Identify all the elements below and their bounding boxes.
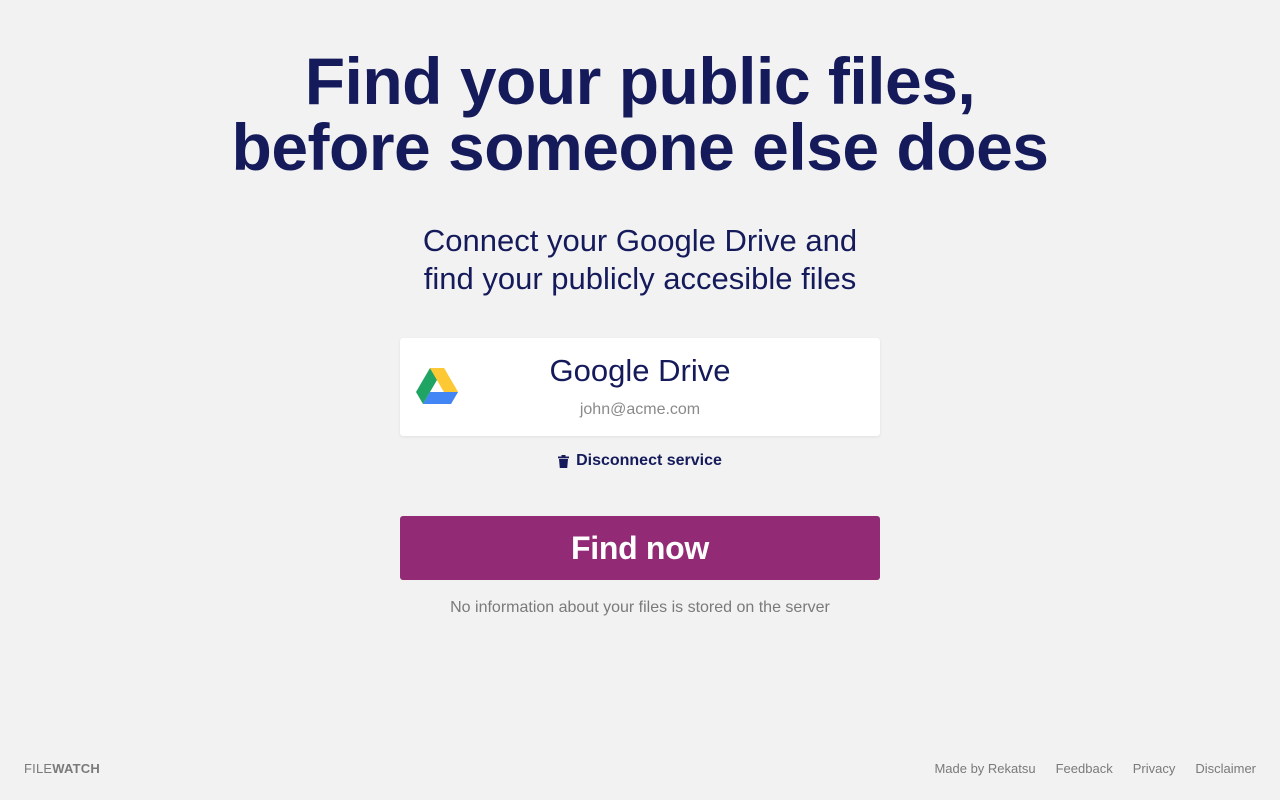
footer-links: Made by Rekatsu Feedback Privacy Disclai… bbox=[934, 760, 1256, 778]
brand-logo[interactable]: FILEWATCH bbox=[24, 760, 100, 778]
subtitle-line-2: find your publicly accesible files bbox=[423, 261, 857, 296]
footer-link-disclaimer[interactable]: Disclaimer bbox=[1195, 760, 1256, 778]
subtitle: Connect your Google Drive and find your … bbox=[0, 222, 1280, 298]
service-account-email: john@acme.com bbox=[579, 401, 701, 418]
privacy-note: No information about your files is store… bbox=[450, 599, 830, 616]
disconnect-label: Disconnect service bbox=[576, 452, 722, 469]
disconnect-row: Disconnect service bbox=[0, 450, 1280, 475]
find-now-button[interactable]: Find now bbox=[400, 516, 880, 580]
service-name: Google Drive bbox=[549, 353, 731, 388]
hero-title-line-2: before someone else does bbox=[231, 110, 1049, 184]
connected-service-card: Google Drive john@acme.com bbox=[400, 338, 880, 436]
footer-link-privacy[interactable]: Privacy bbox=[1133, 760, 1176, 778]
brand-light: FILE bbox=[24, 761, 53, 776]
subtitle-line-1: Connect your Google Drive and bbox=[422, 223, 858, 258]
page: Find your public files, before someone e… bbox=[0, 0, 1280, 800]
footer-link-made-by[interactable]: Made by Rekatsu bbox=[934, 760, 1035, 778]
disconnect-service-link[interactable]: Disconnect service bbox=[558, 450, 722, 472]
footer-link-feedback[interactable]: Feedback bbox=[1056, 760, 1113, 778]
brand-bold: WATCH bbox=[52, 761, 100, 776]
hero-title-line-1: Find your public files, bbox=[304, 44, 976, 118]
trash-icon bbox=[558, 454, 570, 468]
hero-title: Find your public files, before someone e… bbox=[0, 48, 1280, 180]
